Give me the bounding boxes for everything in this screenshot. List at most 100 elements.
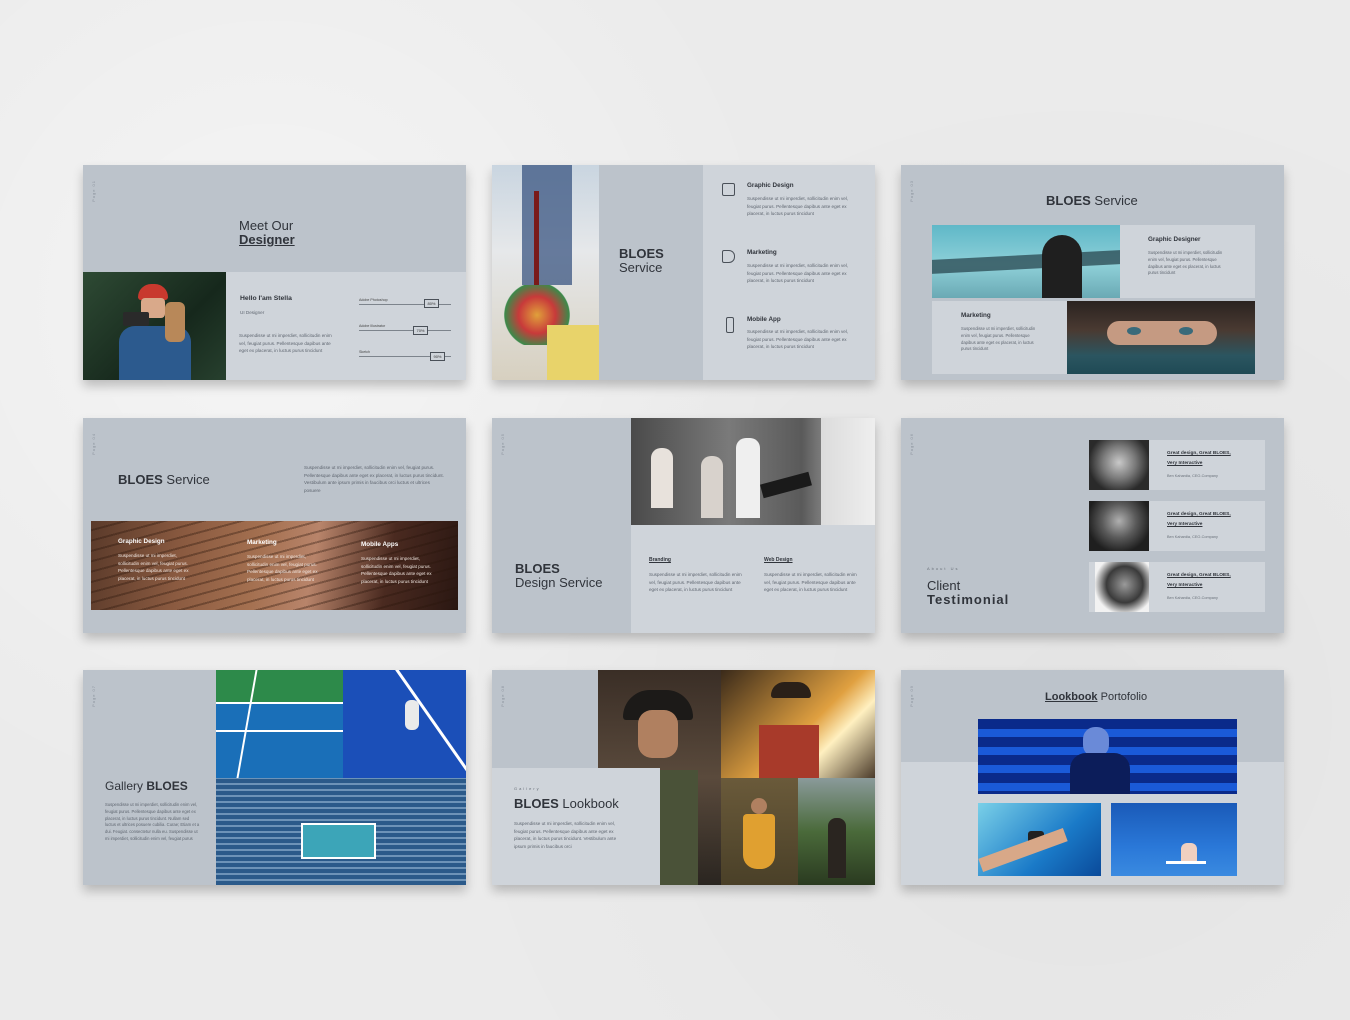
page-number: Page 08 (500, 685, 505, 707)
slide-title: Lookbook Portofolio (1045, 691, 1147, 703)
title-line-1: BLOES (515, 561, 560, 576)
slide-gallery-bloes[interactable]: Page 07 Gallery BLOES Suspendisse ut mi … (83, 670, 466, 885)
photo-woman-eyes (1067, 301, 1255, 374)
quote-line-1: Great design, Great BLOES, (1167, 512, 1231, 517)
photo-tennis-player (343, 670, 466, 778)
card-text: Suspendisse ut mi imperdiet, sollicitudi… (961, 326, 1036, 352)
title-regular: Service (1094, 193, 1138, 208)
slide-bloes-lookbook[interactable]: Page 08 Gallery BLOES Lookbook Suspendis… (492, 670, 875, 885)
service-title: Marketing (747, 249, 777, 256)
title-line-1: Meet Our (239, 218, 294, 233)
column-title: Web Design (764, 557, 793, 563)
kicker-text: Gallery (514, 786, 541, 791)
slide-bloes-service-icons[interactable]: BLOES Service Graphic Design Suspendisse… (492, 165, 875, 380)
column-text: Suspendisse ut mi imperdiet, sollicitudi… (764, 572, 857, 593)
slide-meet-designer[interactable]: Page 01 Meet Our Designer Hello I'am Ste… (83, 165, 466, 380)
photo-studio-team (631, 418, 875, 525)
photo-woman-portrait (1089, 501, 1149, 551)
pencil-icon (722, 183, 735, 196)
page-number: Page 01 (91, 180, 96, 202)
column-text: Suspendisse ut mi imperdiet, sollicitudi… (649, 572, 742, 593)
column-title: Branding (649, 557, 671, 563)
quote-line-2: Very Interactive (1167, 583, 1203, 588)
title-bold: BLOES (146, 779, 188, 793)
quote-line-2: Very Interactive (1167, 461, 1203, 466)
skill-percent: 90% (430, 352, 445, 361)
photo-tennis-court (216, 670, 343, 778)
slide-title: BLOES Design Service (515, 562, 602, 590)
slide-title: Meet Our Designer (239, 219, 295, 247)
photo-paintbrush (492, 165, 599, 380)
title-regular: Service (166, 472, 210, 487)
card-title: Marketing (961, 312, 991, 319)
page-number: Page 09 (909, 685, 914, 707)
service-text: Suspendisse ut mi imperdiet, sollicitudi… (747, 263, 849, 284)
title-bold: BLOES (118, 472, 163, 487)
title-line-1: Client (927, 578, 961, 593)
phone-icon (726, 317, 734, 333)
page-number: Page 06 (909, 433, 914, 455)
service-text: Suspendisse ut mi imperdiet, sollicitudi… (747, 196, 849, 217)
photo-woman-greenhouse (798, 778, 875, 885)
quote-line-1: Great design, Great BLOES, (1167, 451, 1231, 456)
slide-bloes-service-photos[interactable]: Page 03 BLOES Service Graphic Designer S… (901, 165, 1284, 380)
photo-man-blue-light (978, 719, 1237, 794)
photo-woman-portrait-2 (1095, 562, 1149, 612)
page-number: Page 04 (91, 433, 96, 455)
slide-design-service[interactable]: Page 05 BLOES Design Service Branding Su… (492, 418, 875, 633)
title-line-1: BLOES (619, 246, 664, 261)
slide-lookbook-portofolio[interactable]: Page 09 Lookbook Portofolio (901, 670, 1284, 885)
kicker-text: About Us (927, 566, 960, 571)
skill-label: Adobe Illustrator (359, 324, 386, 328)
title-line-2: Designer (239, 232, 295, 247)
photo-woman-sunset (721, 670, 875, 778)
skill-percent: 70% (413, 326, 428, 335)
card-text: Suspendisse ut mi imperdiet, sollicitudi… (1148, 250, 1223, 276)
title-line-2: Testimonial (927, 592, 1010, 607)
photo-stadium (216, 778, 466, 885)
designer-name: Hello I'am Stella (240, 295, 292, 302)
page-number: Page 05 (500, 433, 505, 455)
title-regular: Lookbook (562, 796, 619, 811)
title-regular: Portofolio (1100, 691, 1148, 703)
designer-role: UI Designer (240, 310, 265, 315)
title-bold: Lookbook (1045, 691, 1098, 703)
quote-author: Ben Kahardia, CEO-Company (1167, 535, 1218, 539)
column-text: Suspendisse ut mi imperdiet, sollicitudi… (361, 556, 432, 584)
service-title: Mobile App (747, 316, 781, 323)
quote-author: Ben Kahardia, CEO-Company (1167, 474, 1218, 478)
title-bold: BLOES (514, 796, 559, 811)
slide-title: BLOES Service (118, 473, 210, 487)
photo-woman-yellow-dress (721, 778, 798, 885)
column-title: Graphic Design (118, 538, 165, 545)
lookbook-text: Suspendisse ut mi imperdiet, sollicitudi… (514, 821, 617, 849)
photo-desk-blue-room (1111, 803, 1237, 876)
megaphone-icon (722, 250, 735, 263)
service-text: Suspendisse ut mi imperdiet, sollicitudi… (747, 329, 849, 350)
skill-percent: 80% (424, 299, 439, 308)
gallery-text: Suspendisse ut mi imperdiet, sollicitudi… (105, 802, 200, 841)
column-text: Suspendisse ut mi imperdiet, sollicitudi… (247, 554, 318, 582)
photo-ocean-woman (932, 225, 1120, 298)
slide-client-testimonial[interactable]: Page 06 About Us Client Testimonial Grea… (901, 418, 1284, 633)
slide-bloes-service-stairs[interactable]: Page 04 BLOES Service Suspendisse ut mi … (83, 418, 466, 633)
column-title: Marketing (247, 539, 277, 546)
title-line-2: Service (619, 260, 663, 275)
column-title: Mobile Apps (361, 541, 399, 548)
quote-line-1: Great design, Great BLOES, (1167, 573, 1231, 578)
photo-smartwatch (978, 803, 1101, 876)
skill-label: Adobe Photoshop (359, 298, 388, 302)
slide-title: BLOES Service (619, 247, 664, 275)
quote-author: Ben Kahardia, CEO-Company (1167, 596, 1218, 600)
skill-label: Sketch (359, 350, 370, 354)
slide-title: BLOES Lookbook (514, 797, 619, 811)
title-bold: BLOES (1046, 193, 1091, 208)
quote-line-2: Very Interactive (1167, 522, 1203, 527)
photo-man-portrait (1089, 440, 1149, 490)
title-regular: Gallery (105, 779, 144, 793)
card-title: Graphic Designer (1148, 236, 1201, 243)
column-text: Suspendisse ut mi imperdiet, sollicitudi… (118, 553, 189, 581)
slide-title: Gallery BLOES (105, 779, 188, 793)
photo-stella (83, 272, 226, 380)
slide-title: BLOES Service (1046, 194, 1138, 208)
